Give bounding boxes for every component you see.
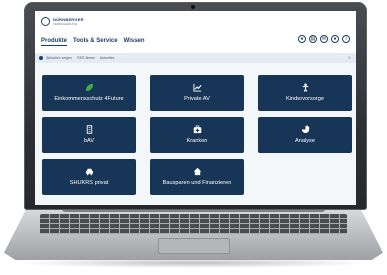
tile-einkommensschutz[interactable]: Einkommensschutz 4Future [42, 75, 136, 111]
mail-icon[interactable]: ✉ [320, 35, 328, 43]
lock-icon[interactable]: ● [331, 35, 339, 43]
logo-text: NÜRNBERGER VERSICHERUNG [53, 17, 84, 26]
main-nav: Produkte Tools & Service Wissen [41, 37, 145, 46]
tile-label: Private AV [184, 96, 210, 102]
nav-item-tools-service[interactable]: Tools & Service [73, 37, 118, 46]
document-icon[interactable]: ▤ [309, 35, 317, 43]
header-tools: ● ▤ ✉ ● i [298, 35, 350, 43]
tile-label: Bausparen und Finanzieren [162, 180, 232, 186]
info-dot-icon [39, 56, 43, 60]
leaf-icon [85, 83, 94, 92]
news-subbar: Aktuelles zeigen RSS-News Aktuelles ✕ [35, 53, 356, 63]
subbar-link-aktuelles[interactable]: Aktuelles [100, 56, 115, 61]
pie-chart-icon [301, 125, 310, 134]
tile-label: bAV [83, 138, 95, 144]
tile-bav[interactable]: bAV [42, 117, 136, 153]
tile-label: Kranken [186, 138, 208, 144]
tile-label: SHUKRS privat [69, 180, 109, 186]
tile-kindervorsorge[interactable]: Kindervorsorge [258, 75, 352, 111]
tile-label: Einkommensschutz 4Future [54, 96, 124, 102]
logo-subname: VERSICHERUNG [53, 22, 78, 26]
brand-logo[interactable]: NÜRNBERGER VERSICHERUNG [41, 17, 84, 26]
laptop-screen: NÜRNBERGER VERSICHERUNG Produkte Tools &… [35, 11, 356, 205]
tile-kranken[interactable]: Kranken [150, 117, 244, 153]
car-icon [85, 167, 94, 176]
laptop-touchpad [158, 238, 230, 254]
webcam-icon [191, 5, 195, 9]
info-icon[interactable]: i [342, 35, 350, 43]
tile-shukrs-privat[interactable]: SHUKRS privat [42, 159, 136, 195]
tile-analyse[interactable]: Analyse [258, 117, 352, 153]
house-icon [193, 167, 202, 176]
subbar-link-aktuelles-zeigen[interactable]: Aktuelles zeigen [46, 56, 72, 61]
product-tiles: Einkommensschutz 4Future Private AV Kind… [42, 75, 352, 195]
close-icon[interactable]: ✕ [348, 55, 351, 60]
tile-private-av[interactable]: Private AV [150, 75, 244, 111]
keyboard-rows [40, 214, 347, 234]
trend-chart-icon [192, 83, 202, 92]
laptop-lid: NÜRNBERGER VERSICHERUNG Produkte Tools &… [24, 2, 367, 210]
tile-bausparen-finanzieren[interactable]: Bausparen und Finanzieren [150, 159, 244, 195]
nav-item-produkte[interactable]: Produkte [41, 37, 68, 46]
app-header: NÜRNBERGER VERSICHERUNG Produkte Tools &… [35, 11, 356, 53]
child-icon [301, 83, 310, 92]
building-icon [85, 125, 94, 134]
tile-label: Analyse [295, 138, 315, 144]
user-icon[interactable]: ● [298, 35, 306, 43]
logo-mark-icon [41, 17, 50, 26]
nav-item-wissen[interactable]: Wissen [124, 37, 145, 46]
medical-bag-icon [193, 125, 202, 134]
subbar-link-rss-news[interactable]: RSS-News [77, 56, 95, 61]
tile-label: Kindervorsorge [286, 96, 324, 102]
